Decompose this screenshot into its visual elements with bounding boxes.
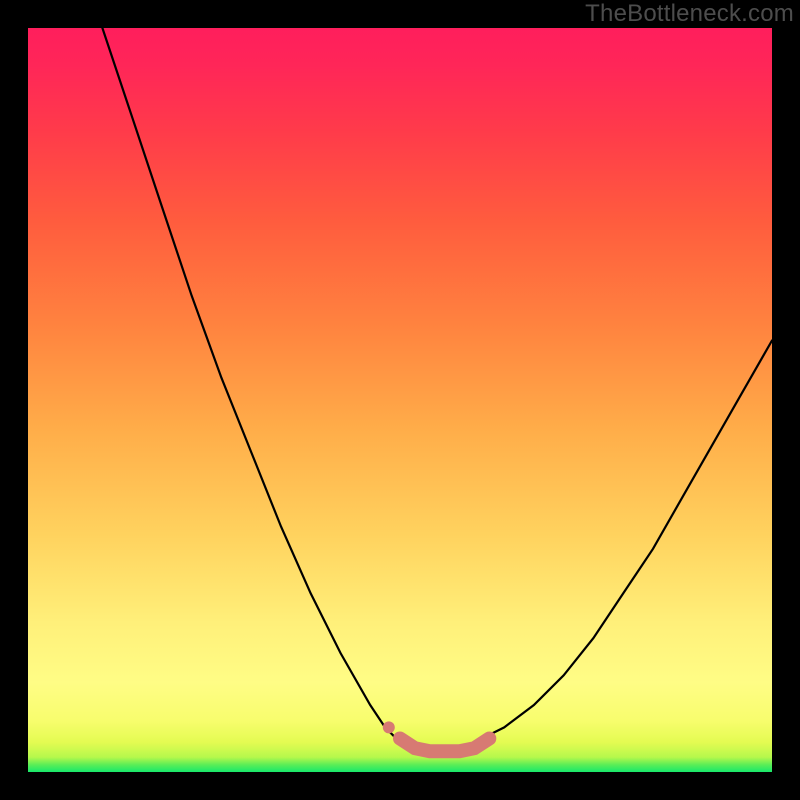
watermark-text: TheBottleneck.com xyxy=(585,0,794,28)
left-curve xyxy=(102,28,415,750)
curve-overlay xyxy=(28,28,772,772)
outer-frame: TheBottleneck.com xyxy=(0,0,800,800)
marker-bottom xyxy=(400,739,489,752)
marker-dot xyxy=(383,721,395,733)
right-curve xyxy=(460,341,773,750)
